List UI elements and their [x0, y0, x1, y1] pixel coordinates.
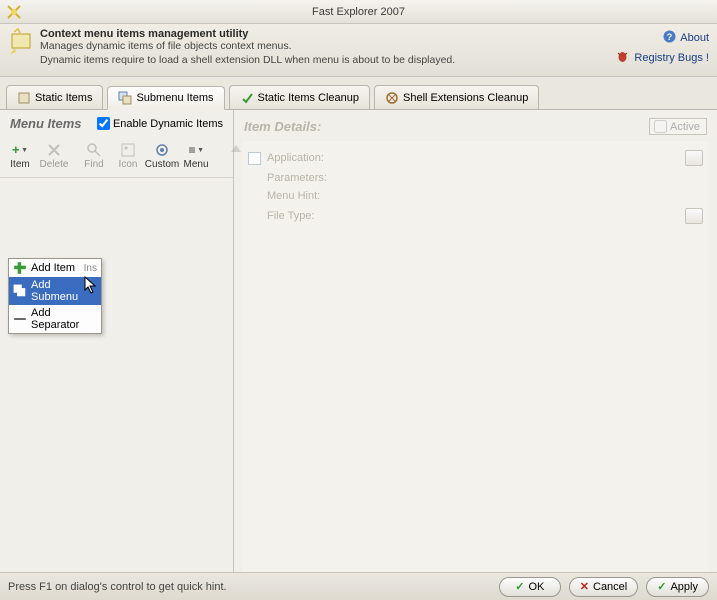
details-header: Item Details: Active — [242, 116, 709, 141]
dropdown-add-submenu[interactable]: Add Submenu — [9, 277, 101, 305]
dropdown-add-separator-label: Add Separator — [31, 307, 97, 331]
registry-bugs-link[interactable]: Registry Bugs ! — [616, 50, 709, 66]
dropdown-add-item-shortcut: Ins — [84, 263, 97, 274]
tab-static-items[interactable]: Static Items — [6, 85, 103, 109]
menu-items-title: Menu Items — [10, 116, 82, 131]
cancel-button[interactable]: ✕ Cancel — [569, 577, 638, 597]
tab-static-cleanup[interactable]: Static Items Cleanup — [229, 85, 371, 109]
enable-dynamic-checkbox[interactable]: Enable Dynamic Items — [97, 117, 223, 130]
header-title: Context menu items management utility — [40, 28, 616, 40]
toolbar-menu-label: Menu — [184, 159, 209, 170]
status-bar: Press F1 on dialog's control to get quic… — [0, 572, 717, 600]
details-body: Application: Parameters: Menu Hint: File… — [242, 141, 709, 576]
cleanup-icon — [240, 91, 254, 105]
active-input — [654, 120, 667, 133]
active-label: Active — [670, 121, 700, 133]
enable-dynamic-label: Enable Dynamic Items — [113, 118, 223, 130]
workspace: Menu Items Enable Dynamic Items ▼ Item D… — [0, 109, 717, 582]
question-icon: ? — [663, 30, 676, 46]
toolbar-find-button: Find — [78, 139, 110, 173]
left-pane: Menu Items Enable Dynamic Items ▼ Item D… — [0, 110, 234, 582]
tab-submenu-label: Submenu Items — [136, 92, 213, 104]
header-desc2: Dynamic items require to load a shell ex… — [40, 54, 616, 68]
file-type-label: File Type: — [267, 210, 315, 222]
tab-cleanup-label: Static Items Cleanup — [258, 92, 360, 104]
left-toolbar: ▼ Item Delete Find Icon Custom — [0, 137, 233, 178]
add-separator-icon — [13, 312, 27, 326]
tab-bar: Static Items Submenu Items Static Items … — [0, 77, 717, 109]
toolbar-find-label: Find — [84, 159, 103, 170]
check-icon: ✓ — [657, 580, 666, 593]
item-dropdown-menu: Add Item Ins Add Submenu Add Separator — [8, 258, 102, 334]
tab-static-label: Static Items — [35, 92, 92, 104]
toolbar-delete-button: Delete — [38, 139, 70, 173]
ok-label: OK — [528, 581, 544, 593]
window-title: Fast Explorer 2007 — [312, 6, 405, 18]
shellext-icon — [385, 91, 399, 105]
add-item-icon: ▼ — [12, 142, 28, 158]
dropdown-add-submenu-label: Add Submenu — [31, 279, 97, 303]
menu-items-header: Menu Items Enable Dynamic Items — [0, 110, 233, 137]
header-links: ? About Registry Bugs ! — [616, 28, 709, 70]
add-submenu-icon — [13, 284, 27, 298]
field-application: Application: — [246, 147, 705, 169]
header-desc1: Manages dynamic items of file objects co… — [40, 40, 616, 54]
application-label: Application: — [267, 152, 324, 164]
add-item-icon — [13, 261, 27, 275]
field-menu-hint: Menu Hint: — [246, 187, 705, 205]
header-text: Context menu items management utility Ma… — [40, 28, 616, 70]
toolbar-delete-label: Delete — [40, 159, 69, 170]
dropdown-add-separator[interactable]: Add Separator — [9, 305, 101, 333]
static-icon — [17, 91, 31, 105]
title-bar: Fast Explorer 2007 — [0, 0, 717, 24]
about-link[interactable]: ? About — [616, 30, 709, 46]
file-type-browse-button — [685, 208, 703, 224]
tab-shellext-cleanup[interactable]: Shell Extensions Cleanup — [374, 85, 539, 109]
x-icon: ✕ — [580, 580, 589, 593]
menu-hint-label: Menu Hint: — [267, 190, 320, 202]
toolbar-icon-label: Icon — [119, 159, 138, 170]
status-hint: Press F1 on dialog's control to get quic… — [8, 581, 491, 593]
dropdown-arrow-icon: ▼ — [197, 147, 204, 154]
apply-button[interactable]: ✓ Apply — [646, 577, 709, 597]
submenu-icon — [118, 91, 132, 105]
tab-shellext-label: Shell Extensions Cleanup — [403, 92, 528, 104]
application-browse-button — [685, 150, 703, 166]
header-band: Context menu items management utility Ma… — [0, 24, 717, 77]
about-link-label: About — [680, 32, 709, 44]
toolbar-menu-button[interactable]: ▼ Menu — [180, 139, 212, 173]
toolbar-custom-button[interactable]: Custom — [146, 139, 178, 173]
app-icon — [6, 4, 22, 20]
dropdown-arrow-icon: ▼ — [21, 147, 28, 154]
apply-label: Apply — [670, 581, 698, 593]
toolbar-custom-label: Custom — [145, 159, 179, 170]
check-icon: ✓ — [515, 580, 524, 593]
toolbar-icon-button: Icon — [112, 139, 144, 173]
find-icon — [86, 142, 102, 158]
bugs-link-label: Registry Bugs ! — [634, 52, 709, 64]
ok-button[interactable]: ✓ OK — [499, 577, 561, 597]
menu-icon: ▼ — [188, 142, 204, 158]
up-icon — [228, 142, 244, 158]
custom-icon — [154, 142, 170, 158]
field-parameters: Parameters: — [246, 169, 705, 187]
cancel-label: Cancel — [593, 581, 627, 593]
toolbar-up-button — [220, 139, 252, 161]
toolbar-item-button[interactable]: ▼ Item — [4, 139, 36, 173]
icon-icon — [120, 142, 136, 158]
toolbar-item-label: Item — [10, 159, 29, 170]
field-file-type: File Type: — [246, 205, 705, 227]
details-title: Item Details: — [244, 119, 321, 134]
active-checkbox: Active — [649, 118, 707, 135]
utility-icon — [8, 28, 36, 56]
svg-text:?: ? — [667, 32, 673, 42]
dropdown-add-item[interactable]: Add Item Ins — [9, 259, 101, 277]
parameters-label: Parameters: — [267, 172, 327, 184]
delete-icon — [46, 142, 62, 158]
enable-dynamic-input[interactable] — [97, 117, 110, 130]
tab-submenu-items[interactable]: Submenu Items — [107, 86, 224, 110]
dropdown-add-item-label: Add Item — [31, 262, 75, 274]
right-pane: Item Details: Active Application: Parame… — [234, 110, 717, 582]
bug-icon — [616, 50, 629, 66]
